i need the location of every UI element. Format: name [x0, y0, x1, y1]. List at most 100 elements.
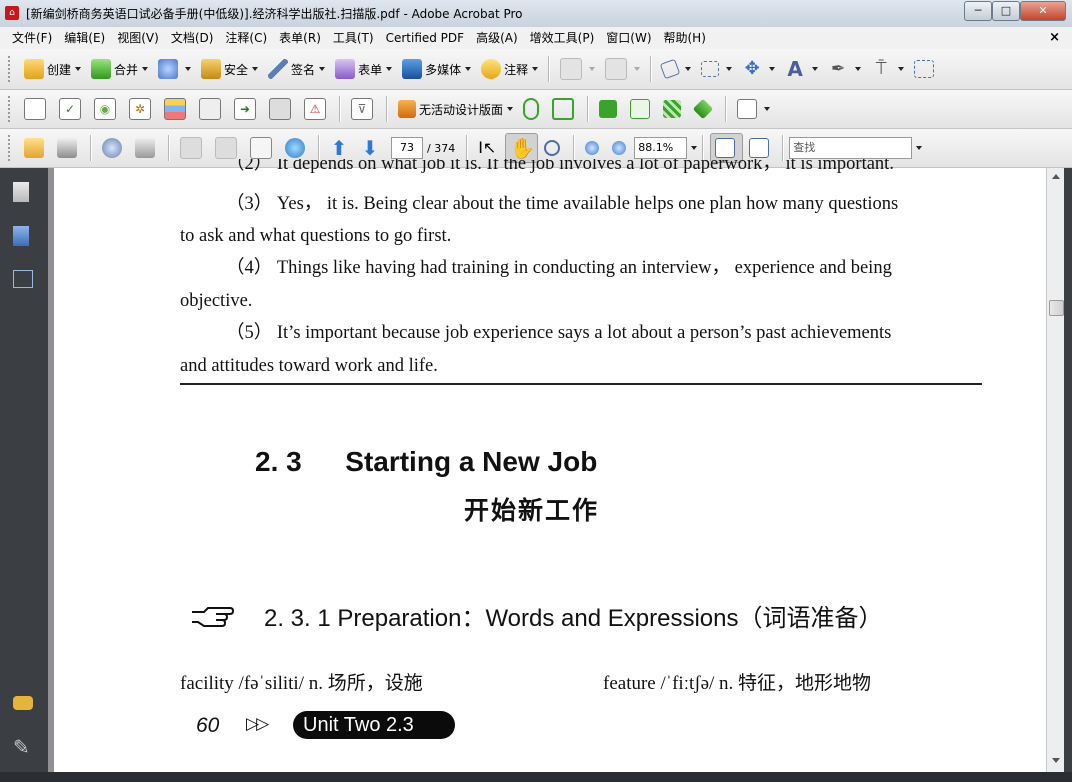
- zoom-tool-button[interactable]: [540, 134, 567, 162]
- save-button[interactable]: [211, 134, 244, 162]
- stamp-button[interactable]: ⍑: [867, 55, 908, 83]
- attach-button[interactable]: [98, 134, 129, 162]
- toolbar-grip[interactable]: [8, 96, 13, 122]
- options-button[interactable]: [733, 95, 774, 123]
- redo-icon: [605, 58, 628, 80]
- menu-comments[interactable]: 注释(C): [219, 27, 273, 49]
- warning-button[interactable]: ⚠: [300, 95, 333, 123]
- print-tool-button[interactable]: [195, 95, 228, 123]
- print-button[interactable]: [53, 134, 84, 162]
- comments-icon[interactable]: [13, 696, 33, 710]
- table-icon: [552, 98, 575, 120]
- window-title: [新编剑桥商务英语口试必备手册(中低级)].经济科学出版社.扫描版.pdf - …: [26, 7, 523, 21]
- pan-button[interactable]: ✥: [738, 55, 779, 83]
- scroll-down-icon[interactable]: [1052, 758, 1060, 763]
- section-number: 2. 3: [255, 446, 302, 477]
- create-button[interactable]: 创建: [20, 55, 85, 83]
- menu-document[interactable]: 文档(D): [165, 27, 220, 49]
- sign-button[interactable]: 签名: [264, 55, 329, 83]
- menu-edit[interactable]: 编辑(E): [58, 27, 111, 49]
- toolbar-grip[interactable]: [8, 135, 13, 161]
- radio-tool-button[interactable]: ◉: [90, 95, 123, 123]
- preview-button[interactable]: [20, 95, 53, 123]
- combine-button[interactable]: 合并: [87, 55, 152, 83]
- next-page-button[interactable]: ⬇: [357, 134, 386, 162]
- zoom-out-icon: [585, 141, 600, 155]
- close-document-button[interactable]: ×: [1049, 27, 1060, 49]
- toolbar-grip[interactable]: [8, 56, 13, 82]
- menu-certified-pdf[interactable]: Certified PDF: [380, 27, 471, 49]
- layers-button[interactable]: [690, 95, 719, 123]
- note-button[interactable]: [595, 95, 624, 123]
- select-text-button[interactable]: I↖: [474, 134, 503, 162]
- attachments-paperclip-icon[interactable]: ✎: [13, 736, 35, 758]
- menu-plugins[interactable]: 增效工具(P): [524, 27, 601, 49]
- list-tool-button[interactable]: [160, 95, 193, 123]
- menu-view[interactable]: 视图(V): [111, 27, 165, 49]
- folder-icon: [24, 138, 44, 158]
- zoom-dropdown-icon[interactable]: [691, 146, 698, 150]
- menu-tools[interactable]: 工具(T): [327, 27, 380, 49]
- forms-button[interactable]: 表单: [331, 55, 396, 83]
- filter-button[interactable]: ⊽: [347, 95, 380, 123]
- camera-button[interactable]: [265, 95, 298, 123]
- envelope-icon: [630, 99, 651, 119]
- menu-forms[interactable]: 表单(R): [273, 27, 327, 49]
- create-pdf-icon: [24, 59, 44, 79]
- menu-advanced[interactable]: 高级(A): [470, 27, 524, 49]
- zoom-level-input[interactable]: 88.1%: [634, 137, 688, 159]
- export-button[interactable]: ➜: [230, 95, 263, 123]
- menu-help[interactable]: 帮助(H): [658, 27, 712, 49]
- email-button[interactable]: [626, 95, 657, 123]
- comment-button[interactable]: 注释: [477, 55, 542, 83]
- open-button[interactable]: [20, 134, 51, 162]
- select-tool-button[interactable]: [658, 55, 695, 83]
- scroll-thumb[interactable]: [1049, 300, 1064, 316]
- funnel-icon: ⊽: [351, 98, 373, 120]
- pages-icon[interactable]: [13, 182, 29, 202]
- zoom-in-button[interactable]: [608, 134, 633, 162]
- page-edge: [48, 168, 54, 782]
- acrobat-app-icon[interactable]: ⌂: [5, 6, 19, 20]
- fit-page-button[interactable]: [745, 134, 776, 162]
- gear-icon: ✲: [129, 98, 151, 120]
- share-button[interactable]: [281, 134, 312, 162]
- zoom-out-button[interactable]: [581, 134, 606, 162]
- paragraph-5-line-1: （5） It’s important because job experienc…: [226, 323, 892, 343]
- signatures-icon[interactable]: [13, 270, 33, 288]
- find-input[interactable]: 查找: [789, 137, 913, 159]
- layer-tool-button[interactable]: [519, 95, 546, 123]
- bookmarks-icon[interactable]: [13, 226, 29, 246]
- undo-button[interactable]: [556, 55, 599, 83]
- email-doc-button[interactable]: [246, 134, 279, 162]
- settings-tool-button[interactable]: ✲: [125, 95, 158, 123]
- menu-file[interactable]: 文件(F): [6, 27, 58, 49]
- security-button[interactable]: 安全: [197, 55, 262, 83]
- find-dropdown-icon[interactable]: [916, 146, 923, 150]
- redo-button[interactable]: [601, 55, 644, 83]
- page-number-input[interactable]: 73: [391, 137, 423, 159]
- checkbox-tool-button[interactable]: ✓: [55, 95, 88, 123]
- pattern-button[interactable]: [659, 95, 688, 123]
- vertical-scrollbar[interactable]: [1046, 168, 1065, 772]
- maximize-button[interactable]: □: [992, 1, 1020, 21]
- text-button[interactable]: A: [781, 55, 822, 83]
- scan-button[interactable]: [131, 134, 162, 162]
- multimedia-button[interactable]: 多媒体: [398, 55, 475, 83]
- previous-page-button[interactable]: ⬆: [326, 134, 355, 162]
- section-divider: [180, 383, 982, 385]
- table-tool-button[interactable]: [548, 95, 581, 123]
- partial-line-text: （2） It depends on what job it is. If the…: [226, 159, 894, 173]
- scroll-up-icon[interactable]: [1052, 174, 1060, 179]
- marquee-button[interactable]: [697, 55, 736, 83]
- printer-icon: [57, 138, 77, 158]
- design-mode-dropdown[interactable]: 无活动设计版面: [394, 95, 517, 123]
- crop-button[interactable]: [910, 55, 941, 83]
- minimize-button[interactable]: ─: [964, 1, 992, 21]
- collaborate-button[interactable]: [154, 55, 195, 83]
- save-copy-button[interactable]: [176, 134, 209, 162]
- close-button[interactable]: ✕: [1020, 1, 1066, 21]
- layer-icon: [523, 98, 540, 120]
- edit-object-button[interactable]: ✒: [824, 55, 865, 83]
- menu-window[interactable]: 窗口(W): [600, 27, 657, 49]
